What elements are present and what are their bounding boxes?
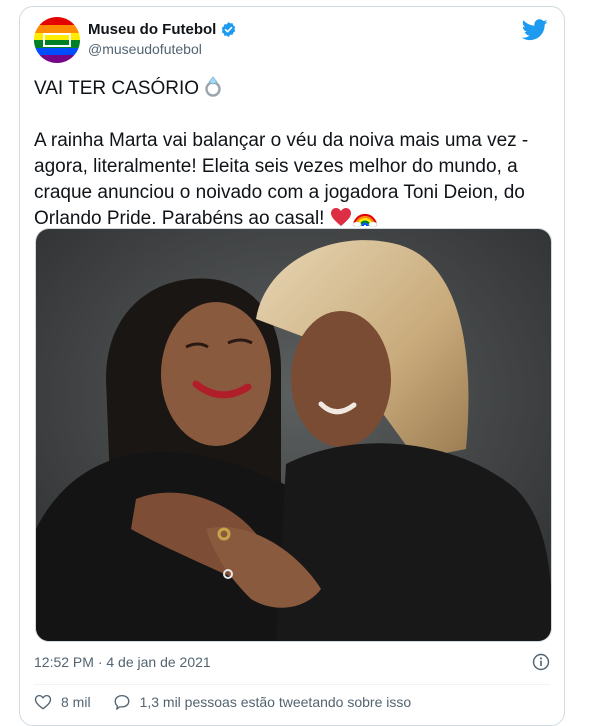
account-handle[interactable]: @museudofutebol [88,41,202,57]
twitter-bird-icon[interactable] [522,19,548,41]
info-icon[interactable] [532,653,550,671]
tweet-card: Museu do Futebol @museudofutebol VAI TER… [19,6,565,726]
account-name-row[interactable]: Museu do Futebol [88,21,237,38]
divider [34,684,550,685]
verified-badge-icon [222,22,236,37]
tweet-timestamp[interactable]: 12:52 PM · 4 de jan de 2021 [34,654,211,670]
conversation-button[interactable]: 1,3 mil pessoas estão tweetando sobre is… [113,693,412,711]
like-button[interactable]: 8 mil [34,693,91,711]
avatar[interactable] [34,17,80,63]
like-count: 8 mil [61,694,91,710]
tweet-body: A rainha Marta vai balançar o véu da noi… [34,130,529,229]
red-heart-emoji [330,208,351,226]
ring-emoji [205,76,222,97]
rainbow-emoji [352,213,378,227]
conversation-count: 1,3 mil pessoas estão tweetando sobre is… [139,694,412,710]
account-name[interactable]: Museu do Futebol [88,21,216,38]
action-bar: 8 mil 1,3 mil pessoas estão tweetando so… [34,693,433,711]
speech-bubble-icon [114,694,129,710]
tweet-photo[interactable] [35,228,552,642]
tweet-headline: VAI TER CASÓRIO [34,78,200,99]
tweet-text: VAI TER CASÓRIO A rainha Marta vai balan… [34,75,554,232]
heart-outline-icon [34,694,52,710]
